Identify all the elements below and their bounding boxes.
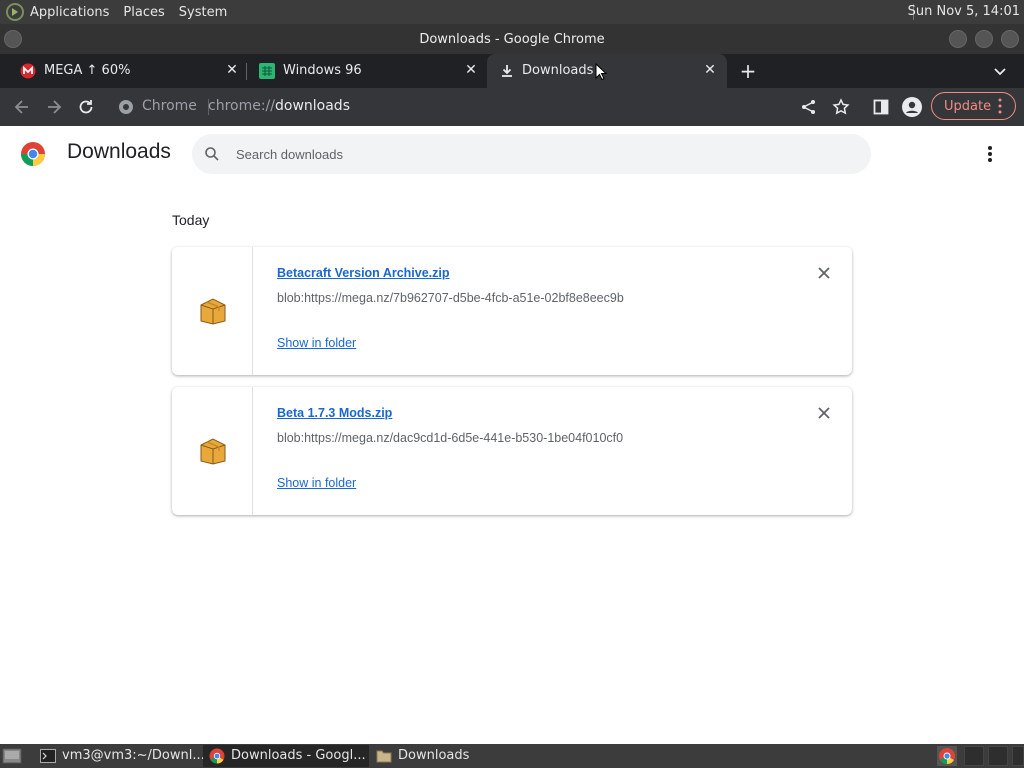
file-icon-column <box>172 247 253 375</box>
remove-item-icon[interactable] <box>817 406 831 420</box>
system-menu[interactable]: System <box>179 5 227 20</box>
tab-label: MEGA ↑ 60% <box>44 63 131 78</box>
chrome-site-icon[interactable] <box>118 99 134 115</box>
file-icon-column <box>172 387 253 515</box>
show-desktop-icon[interactable] <box>2 747 22 765</box>
back-arrow-icon[interactable] <box>12 97 32 117</box>
file-name-link[interactable]: Betacraft Version Archive.zip <box>277 266 450 280</box>
mega-icon <box>20 63 36 79</box>
places-menu[interactable]: Places <box>123 5 164 20</box>
show-in-folder-link[interactable]: Show in folder <box>277 476 356 490</box>
folder-icon <box>376 750 392 763</box>
remove-item-icon[interactable] <box>817 266 831 280</box>
taskbar-item-label: vm3@vm3:~/Downl... <box>62 748 205 763</box>
site-label: Chrome <box>142 98 197 114</box>
workspace-switcher-1[interactable] <box>964 746 984 766</box>
search-bar[interactable] <box>192 134 871 174</box>
workspace-switcher-2[interactable] <box>988 746 1008 766</box>
system-top-panel: Applications Places System Sun Nov 5, 14… <box>0 0 1024 24</box>
close-tab-icon[interactable]: ✕ <box>463 62 479 78</box>
show-in-folder-link[interactable]: Show in folder <box>277 336 356 350</box>
search-icon <box>205 147 219 161</box>
downloads-page: Downloads Today Betacraft Version Archiv… <box>0 126 1024 744</box>
taskbar-item-terminal[interactable]: vm3@vm3:~/Downl... <box>34 745 205 767</box>
tab-downloads[interactable]: Downloads ✕ <box>487 54 727 88</box>
bookmark-star-icon[interactable] <box>831 97 851 117</box>
profile-avatar-icon[interactable] <box>902 97 922 117</box>
search-input[interactable] <box>236 142 836 166</box>
taskbar-item-chrome[interactable]: Downloads - Googl... <box>203 745 369 767</box>
taskbar-item-label: Downloads - Googl... <box>231 748 366 763</box>
side-panel-icon[interactable] <box>871 97 891 117</box>
chrome-icon <box>209 748 225 764</box>
tray-chrome-icon[interactable] <box>937 746 957 766</box>
window-title: Downloads - Google Chrome <box>419 32 605 47</box>
forward-arrow-icon[interactable] <box>44 97 64 117</box>
file-source-url: blob:https://mega.nz/7b962707-d5be-4fcb-… <box>277 291 624 305</box>
taskbar-item-label: Downloads <box>398 748 470 763</box>
page-menu-icon[interactable] <box>982 144 998 164</box>
tab-label: Windows 96 <box>283 63 362 78</box>
mouse-cursor-icon <box>595 63 607 81</box>
applications-menu[interactable]: Applications <box>30 5 109 20</box>
tab-label: Downloads <box>522 63 594 78</box>
more-options-icon <box>998 98 1002 114</box>
share-icon[interactable] <box>799 97 819 117</box>
tab-search-chevron-icon[interactable] <box>992 63 1008 79</box>
page-title: Downloads <box>67 140 171 163</box>
reload-icon[interactable] <box>76 97 96 117</box>
clock[interactable]: Sun Nov 5, 14:01 <box>908 4 1020 19</box>
tab-mega[interactable]: MEGA ↑ 60% ✕ <box>0 54 246 88</box>
download-item: Beta 1.7.3 Mods.zip blob:https://mega.nz… <box>172 387 852 515</box>
browser-toolbar: Chrome chrome://downloads Update <box>0 88 1024 126</box>
update-label: Update <box>944 99 992 114</box>
archive-file-icon <box>200 298 226 325</box>
url-host: downloads <box>275 98 350 114</box>
maximize-button[interactable] <box>975 30 993 48</box>
taskbar-item-folder[interactable]: Downloads <box>370 745 536 767</box>
file-source-url: blob:https://mega.nz/dac9cd1d-6d5e-441e-… <box>277 431 624 445</box>
close-tab-icon[interactable]: ✕ <box>224 62 240 78</box>
archive-file-icon <box>200 438 226 465</box>
terminal-icon <box>40 749 56 763</box>
address-bar[interactable]: Chrome chrome://downloads <box>112 92 792 122</box>
distro-logo-icon[interactable] <box>6 3 24 21</box>
date-heading: Today <box>172 212 210 228</box>
chrome-logo-icon <box>20 142 46 166</box>
workspace-switcher-3[interactable] <box>1012 746 1024 766</box>
url-scheme: chrome:// <box>208 98 275 114</box>
windows96-icon <box>259 63 275 79</box>
window-titlebar[interactable]: Downloads - Google Chrome <box>0 24 1024 54</box>
tab-windows96[interactable]: Windows 96 ✕ <box>246 54 486 88</box>
download-icon <box>502 65 512 77</box>
close-window-button[interactable] <box>1001 30 1019 48</box>
url-text[interactable]: chrome://downloads <box>208 98 350 114</box>
close-tab-icon[interactable]: ✕ <box>702 62 718 78</box>
file-name-link[interactable]: Beta 1.7.3 Mods.zip <box>277 406 392 420</box>
update-button[interactable]: Update <box>931 92 1016 120</box>
download-item: Betacraft Version Archive.zip blob:https… <box>172 247 852 375</box>
minimize-button[interactable] <box>949 30 967 48</box>
new-tab-button[interactable]: + <box>738 61 758 81</box>
tab-strip: MEGA ↑ 60% ✕ Windows 96 ✕ Downloads ✕ + <box>0 54 1024 88</box>
bottom-taskbar: vm3@vm3:~/Downl... Downloads - Googl... … <box>0 744 1024 768</box>
